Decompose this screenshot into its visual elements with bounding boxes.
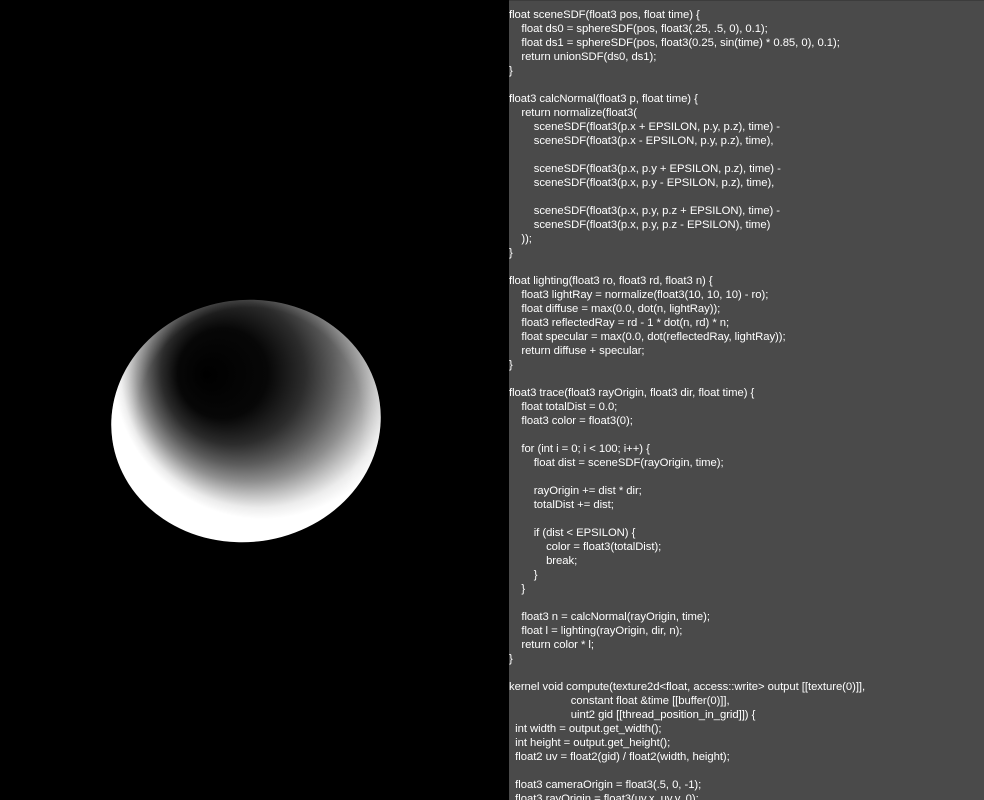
code-line: } — [509, 247, 513, 259]
code-line: int width = output.get_width(); — [509, 723, 662, 735]
code-line: float3 cameraOrigin = float3(.5, 0, -1); — [509, 779, 702, 791]
code-line: uint2 gid [[thread_position_in_grid]]) { — [509, 709, 756, 721]
code-line: return unionSDF(ds0, ds1); — [509, 51, 657, 63]
app-window: float sceneSDF(float3 pos, float time) {… — [0, 0, 984, 800]
code-line: float3 rayOrigin = float3(uv.x, uv.y, 0)… — [509, 793, 699, 800]
code-line: int height = output.get_height(); — [509, 737, 671, 749]
code-line: } — [509, 653, 513, 665]
code-line: sceneSDF(float3(p.x + EPSILON, p.y, p.z)… — [509, 121, 780, 133]
code-line: float lighting(float3 ro, float3 rd, flo… — [509, 275, 713, 287]
shader-source-code[interactable]: float sceneSDF(float3 pos, float time) {… — [509, 8, 865, 800]
code-line: sceneSDF(float3(p.x, p.y + EPSILON, p.z)… — [509, 163, 781, 175]
code-line: constant float &time [[buffer(0)]], — [509, 695, 730, 707]
code-line: totalDist += dist; — [509, 499, 614, 511]
code-line: rayOrigin += dist * dir; — [509, 485, 642, 497]
code-line: float dist = sceneSDF(rayOrigin, time); — [509, 457, 724, 469]
code-line: float3 calcNormal(float3 p, float time) … — [509, 93, 698, 105]
code-line: color = float3(totalDist); — [509, 541, 662, 553]
code-line: float2 uv = float2(gid) / float2(width, … — [509, 751, 730, 763]
code-line: float3 lightRay = normalize(float3(10, 1… — [509, 289, 769, 301]
code-line: if (dist < EPSILON) { — [509, 527, 636, 539]
code-line: float sceneSDF(float3 pos, float time) { — [509, 9, 700, 21]
code-line: sceneSDF(float3(p.x - EPSILON, p.y, p.z)… — [509, 135, 774, 147]
code-line: )); — [509, 233, 532, 245]
code-line: float ds0 = sphereSDF(pos, float3(.25, .… — [509, 23, 768, 35]
code-line: return diffuse + specular; — [509, 345, 645, 357]
code-line: sceneSDF(float3(p.x, p.y, p.z - EPSILON)… — [509, 219, 771, 231]
code-line: } — [509, 583, 526, 595]
code-line: } — [509, 359, 513, 371]
code-line: float specular = max(0.0, dot(reflectedR… — [509, 331, 786, 343]
code-line: float totalDist = 0.0; — [509, 401, 618, 413]
code-line: float l = lighting(rayOrigin, dir, n); — [509, 625, 683, 637]
code-line: sceneSDF(float3(p.x, p.y - EPSILON, p.z)… — [509, 177, 775, 189]
code-line: float3 reflectedRay = rd - 1 * dot(n, rd… — [509, 317, 730, 329]
code-editor-panel[interactable]: float sceneSDF(float3 pos, float time) {… — [509, 0, 984, 800]
panel-divider — [509, 0, 984, 1]
code-line: float3 n = calcNormal(rayOrigin, time); — [509, 611, 710, 623]
code-line: float3 color = float3(0); — [509, 415, 633, 427]
code-line: float3 trace(float3 rayOrigin, float3 di… — [509, 387, 755, 399]
code-line: for (int i = 0; i < 100; i++) { — [509, 443, 650, 455]
code-line: float diffuse = max(0.0, dot(n, lightRay… — [509, 303, 721, 315]
code-line: return normalize(float3( — [509, 107, 637, 119]
render-view — [0, 0, 509, 800]
code-line: } — [509, 569, 538, 581]
code-line: } — [509, 65, 513, 77]
code-line: sceneSDF(float3(p.x, p.y, p.z + EPSILON)… — [509, 205, 780, 217]
raymarched-sphere-render — [111, 299, 381, 543]
code-line: float ds1 = sphereSDF(pos, float3(0.25, … — [509, 37, 840, 49]
code-line: kernel void compute(texture2d<float, acc… — [509, 681, 866, 693]
code-line: break; — [509, 555, 578, 567]
sphere-rim — [111, 299, 381, 543]
code-line: return color * l; — [509, 639, 594, 651]
